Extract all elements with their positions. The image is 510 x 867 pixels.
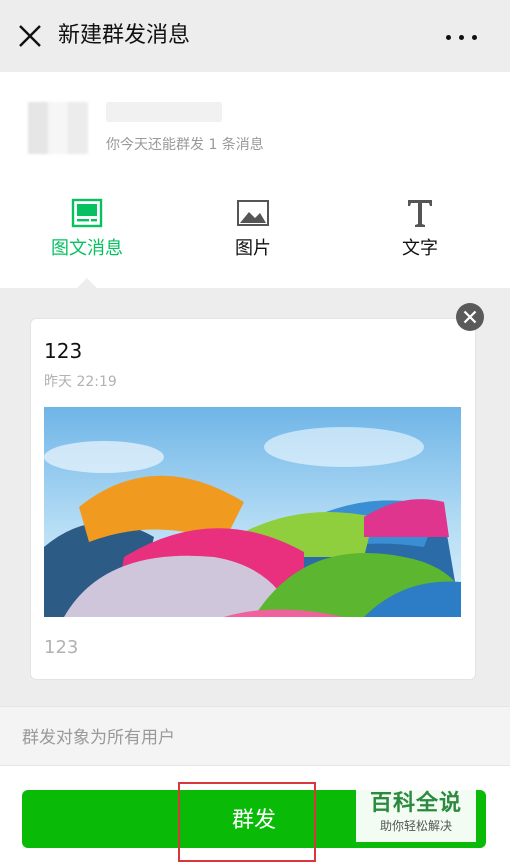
tab-text[interactable]: 文字 [365,196,475,262]
watermark-main-text: 百科全说 [369,791,462,816]
article-card[interactable]: 123 昨天 22:19 123 [30,318,476,680]
active-tab-pointer [77,278,97,288]
tab-text-label: 文字 [402,238,438,259]
watermark-sub-text: 助你轻松解决 [379,819,452,833]
page-title: 新建群发消息 [58,23,191,48]
account-panel: 你今天还能群发 1 条消息 图文消息 图片 文字 [0,72,510,288]
avatar [28,102,88,154]
article-digest: 123 [44,637,79,658]
tab-image[interactable]: 图片 [198,196,308,262]
account-name-blurred [106,102,222,122]
article-icon [70,196,104,230]
send-area: 群发 百科全说 助你轻松解决 [0,766,510,867]
article-title: 123 [44,339,83,363]
text-icon [403,196,437,230]
watermark-logo: 百科全说 助你轻松解决 [356,790,476,842]
highlight-annotation-box [178,782,316,862]
article-cover-image [44,407,461,617]
more-options-icon[interactable] [442,22,482,52]
send-target-row[interactable]: 群发对象为所有用户 [0,706,510,766]
close-icon[interactable] [14,20,46,52]
article-time: 昨天 22:19 [44,374,117,390]
tab-article-label: 图文消息 [51,238,123,259]
tab-article[interactable]: 图文消息 [32,196,142,262]
remove-article-icon[interactable] [455,302,485,332]
image-icon [236,196,270,230]
quota-text: 你今天还能群发 1 条消息 [106,137,264,153]
top-bar: 新建群发消息 [0,0,510,72]
send-target-text: 群发对象为所有用户 [22,728,175,748]
tab-image-label: 图片 [235,238,271,259]
